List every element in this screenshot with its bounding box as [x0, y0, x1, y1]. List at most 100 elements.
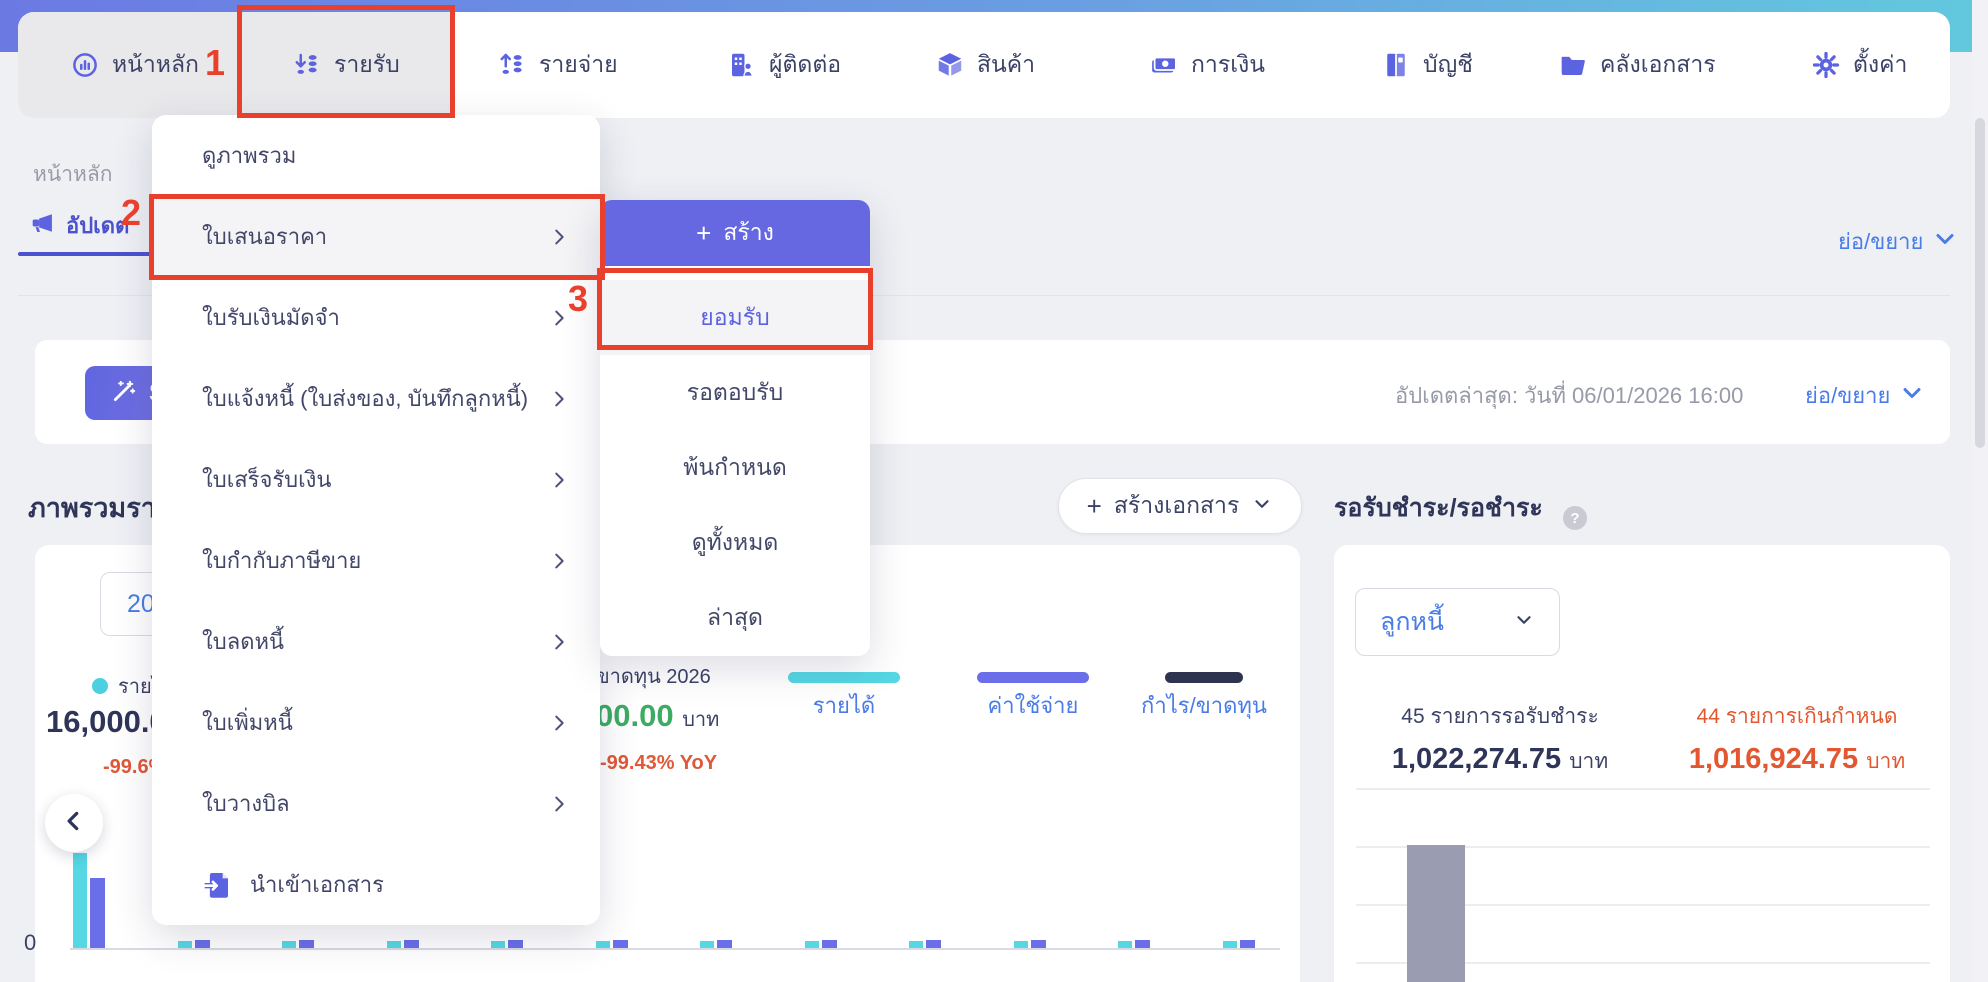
loss-stat-delta: -99.43% YoY: [600, 752, 718, 774]
menu-item[interactable]: ใบรับเงินมัดจำ: [152, 277, 600, 358]
menu-item[interactable]: ใบกำกับภาษีขาย: [152, 520, 600, 601]
nav-item-home-chart[interactable]: หน้าหลัก: [70, 12, 199, 118]
legend-label[interactable]: ค่าใช้จ่าย: [943, 688, 1123, 723]
chart-bar: [805, 941, 819, 948]
megaphone-icon: [28, 209, 56, 242]
legend-swatch[interactable]: [1165, 672, 1243, 683]
create-document-button[interactable]: + สร้างเอกสาร: [1058, 478, 1302, 534]
nav-item-label: สินค้า: [977, 51, 1036, 77]
submenu-item[interactable]: ล่าสุด: [600, 580, 870, 655]
legend-swatch[interactable]: [788, 672, 900, 683]
menu-item[interactable]: ใบแจ้งหนี้ (ใบส่งของ, บันทึกลูกหนี้): [152, 358, 600, 439]
nav-item-label: คลังเอกสาร: [1600, 51, 1716, 77]
debtor-select[interactable]: ลูกหนี้: [1355, 588, 1560, 656]
nav-item-label: รายจ่าย: [539, 51, 618, 77]
chart-bar: [404, 940, 419, 948]
menu-item-label: ใบกำกับภาษีขาย: [202, 548, 362, 573]
chart-bar: [508, 940, 523, 948]
chevron-down-icon: [1251, 493, 1273, 520]
chart-bar: [1135, 940, 1150, 948]
documents-icon: [1558, 50, 1588, 80]
create-quotation-button[interactable]: + สร้าง: [600, 200, 870, 266]
chart-previous-button[interactable]: [45, 794, 103, 852]
expense-icon: [497, 50, 527, 80]
import-doc-icon: [202, 869, 234, 901]
x-axis-line: [70, 948, 1280, 950]
chart-bar: [909, 941, 923, 948]
nav-item-accounting[interactable]: บัญชี: [1381, 12, 1473, 118]
annotation-number-2: 2: [121, 192, 142, 233]
income-dropdown-menu: ดูภาพรวมใบเสนอราคาใบรับเงินมัดจำ ใบแจ้งหน…: [152, 115, 600, 925]
last-updated-text: อัปเดตล่าสุด: วันที่ 06/01/2026 16:00: [1395, 383, 1744, 408]
menu-item[interactable]: ใบลดหนี้: [152, 601, 600, 682]
gridline: [1356, 788, 1930, 790]
menu-item-label: ใบวางบิล: [202, 791, 290, 816]
chevron-down-icon: [1933, 227, 1957, 256]
nav-item-income[interactable]: รายรับ: [292, 12, 400, 118]
help-icon[interactable]: ?: [1563, 506, 1587, 530]
menu-item[interactable]: ใบวางบิล: [152, 763, 600, 844]
chevron-down-icon: [1900, 381, 1924, 410]
overdue-receivable-stat: 44 รายการเกินกำหนด 1,016,924.75 บาท: [1652, 700, 1942, 778]
products-icon: [935, 50, 965, 80]
chart-bar: [1031, 940, 1046, 948]
chart-bar: [282, 941, 296, 948]
legend-swatch[interactable]: [977, 672, 1089, 683]
submenu-item[interactable]: รอตอบรับ: [600, 355, 870, 430]
collapse-expand-label: ย่อ/ขยาย: [1805, 383, 1891, 408]
overdue-count: 44 รายการเกินกำหนด: [1696, 705, 1898, 728]
nav-item-expense[interactable]: รายจ่าย: [497, 12, 618, 118]
submenu-item[interactable]: ยอมรับ: [600, 280, 870, 355]
loss-amount: 00.00: [596, 698, 674, 733]
chart-bar: [1223, 941, 1237, 948]
menu-item[interactable]: ใบเพิ่มหนี้: [152, 682, 600, 763]
receivables-bar: [1407, 845, 1465, 982]
app-screen: หน้าหลัก รายรับ รายจ่าย ผู้ติดต่อ สินค้า การเ…: [0, 0, 1988, 982]
chart-bar: [717, 940, 732, 948]
overview-section-title: ภาพรวมราย: [28, 493, 172, 523]
submenu-item-label: รอตอบรับ: [686, 378, 784, 405]
submenu-item[interactable]: ดูทั้งหมด: [600, 505, 870, 580]
menu-item[interactable]: นำเข้าเอกสาร: [152, 844, 600, 925]
chart-bar: [926, 940, 941, 948]
chevron-right-icon: [548, 793, 570, 815]
nav-item-contacts[interactable]: ผู้ติดต่อ: [727, 12, 841, 118]
finance-icon: [1149, 50, 1179, 80]
chevron-down-icon: [1513, 609, 1535, 636]
menu-item[interactable]: ใบเสร็จรับเงิน: [152, 439, 600, 520]
nav-items: หน้าหลัก รายรับ รายจ่าย ผู้ติดต่อ สินค้า การเ…: [18, 12, 1950, 118]
submenu-item-label: ดูทั้งหมด: [691, 528, 779, 555]
nav-item-documents[interactable]: คลังเอกสาร: [1558, 12, 1716, 118]
nav-item-products[interactable]: สินค้า: [935, 12, 1035, 118]
menu-item[interactable]: ใบเสนอราคา: [152, 196, 600, 277]
loss-unit: บาท: [682, 709, 720, 731]
overdue-amount-unit: บาท: [1866, 750, 1906, 773]
tab-updates-label: อัปเดต: [66, 213, 130, 238]
teal-dot-icon: [92, 678, 108, 694]
legend-label[interactable]: กำไร/ขาดทุน: [1114, 688, 1294, 723]
home-chart-icon: [70, 50, 100, 80]
legend-label[interactable]: รายได้: [754, 688, 934, 723]
collapse-expand-toggle-banner[interactable]: ย่อ/ขยาย: [1805, 378, 1924, 413]
menu-item-label: ใบเสนอราคา: [202, 224, 328, 249]
plus-icon: +: [696, 218, 712, 248]
plus-icon: +: [1086, 491, 1102, 521]
scrollbar-thumb[interactable]: [1975, 118, 1985, 448]
chart-bar: [1240, 940, 1255, 948]
chart-bar: [90, 878, 105, 948]
magic-wand-icon: [111, 378, 137, 409]
nav-item-settings[interactable]: ตั้งค่า: [1811, 12, 1907, 118]
collapse-expand-toggle-top[interactable]: ย่อ/ขยาย: [1838, 224, 1957, 259]
chart-bar: [491, 941, 505, 948]
contacts-icon: [727, 50, 757, 80]
debtor-select-value: ลูกหนี้: [1380, 608, 1445, 636]
tab-updates[interactable]: อัปเดต: [28, 208, 129, 243]
loss-stat-label: ขาดทุน 2026: [596, 666, 711, 688]
nav-item-finance[interactable]: การเงิน: [1149, 12, 1265, 118]
chevron-left-icon: [61, 808, 87, 839]
menu-item-label: ดูภาพรวม: [202, 143, 297, 168]
collapse-expand-label: ย่อ/ขยาย: [1838, 229, 1924, 254]
menu-item[interactable]: ดูภาพรวม: [152, 115, 600, 196]
submenu-item[interactable]: พ้นกำหนด: [600, 430, 870, 505]
create-quotation-label: สร้าง: [723, 219, 774, 245]
